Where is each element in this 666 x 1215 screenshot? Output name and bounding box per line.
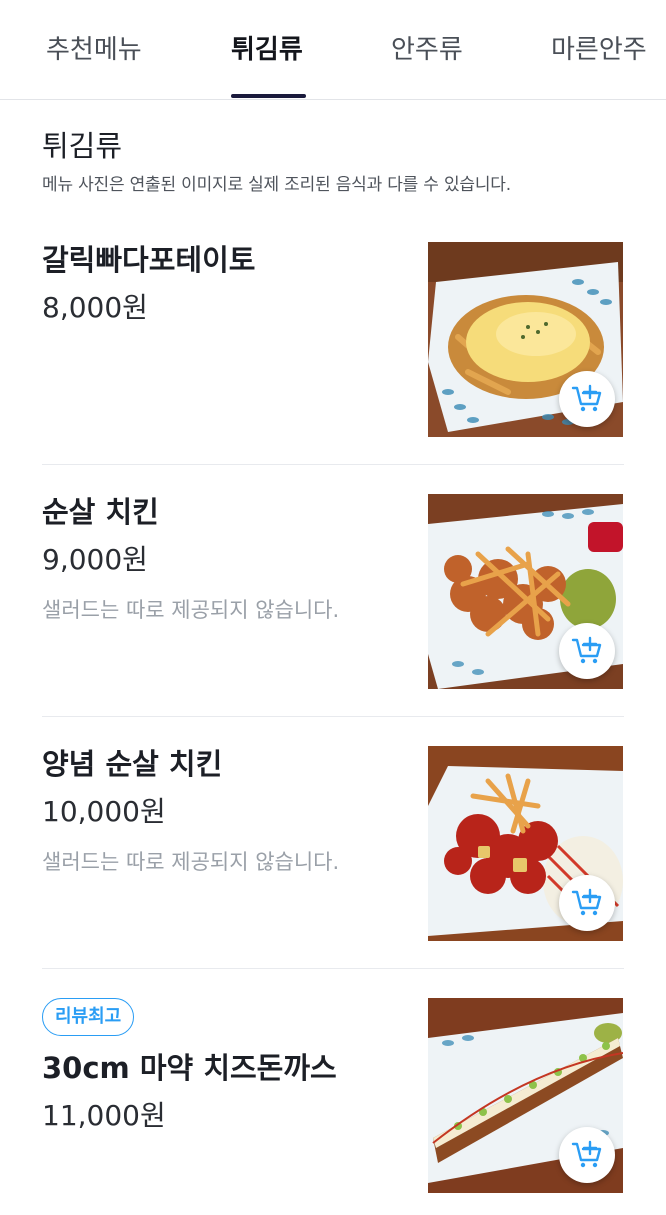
tab-dried-snacks[interactable]: 마른안주	[551, 30, 647, 70]
cheese-tonkatsu-photo	[428, 998, 623, 1193]
add-to-cart-icon	[571, 1140, 602, 1168]
tab-fried[interactable]: 튀김류	[231, 30, 303, 70]
menu-item[interactable]: 갈릭빠다포테이토 8,000원	[0, 232, 666, 456]
menu-item-price: 11,000원	[42, 1099, 166, 1132]
cheese-fries-photo	[428, 242, 623, 437]
item-divider	[42, 968, 624, 969]
tab-snacks[interactable]: 안주류	[391, 30, 463, 70]
tab-recommended[interactable]: 추천메뉴	[46, 30, 142, 70]
section-note: 메뉴 사진은 연출된 이미지로 실제 조리된 음식과 다를 수 있습니다.	[42, 175, 511, 195]
active-tab-indicator	[231, 94, 306, 98]
add-to-cart-icon	[571, 384, 602, 412]
add-to-cart-button[interactable]	[559, 1127, 615, 1183]
menu-item-description: 샐러드는 따로 제공되지 않습니다.	[42, 850, 340, 874]
menu-item-name: 30cm 마약 치즈돈까스	[42, 1051, 337, 1085]
add-to-cart-icon	[571, 636, 602, 664]
menu-item[interactable]: 리뷰최고 30cm 마약 치즈돈까스 11,000원	[0, 988, 666, 1212]
item-divider	[42, 464, 624, 465]
menu-item-name: 양념 순살 치킨	[42, 747, 223, 781]
menu-item-description: 샐러드는 따로 제공되지 않습니다.	[42, 598, 340, 622]
section-title: 튀김류	[42, 129, 123, 163]
fried-chicken-photo	[428, 494, 623, 689]
menu-item-price: 8,000원	[42, 291, 148, 324]
add-to-cart-button[interactable]	[559, 875, 615, 931]
add-to-cart-button[interactable]	[559, 371, 615, 427]
menu-item-name: 갈릭빠다포테이토	[42, 243, 256, 277]
add-to-cart-button[interactable]	[559, 623, 615, 679]
review-best-badge: 리뷰최고	[42, 998, 135, 1036]
menu-item-name: 순살 치킨	[42, 495, 159, 529]
menu-item[interactable]: 순살 치킨 9,000원 샐러드는 따로 제공되지 않습니다.	[0, 484, 666, 708]
menu-item[interactable]: 양념 순살 치킨 10,000원 샐러드는 따로 제공되지 않습니다.	[0, 736, 666, 960]
menu-item-price: 10,000원	[42, 795, 166, 828]
add-to-cart-icon	[571, 888, 602, 916]
category-tab-bar: 추천메뉴 튀김류 안주류 마른안주	[0, 0, 666, 100]
menu-item-price: 9,000원	[42, 543, 148, 576]
seasoned-chicken-photo	[428, 746, 623, 941]
item-divider	[42, 716, 624, 717]
